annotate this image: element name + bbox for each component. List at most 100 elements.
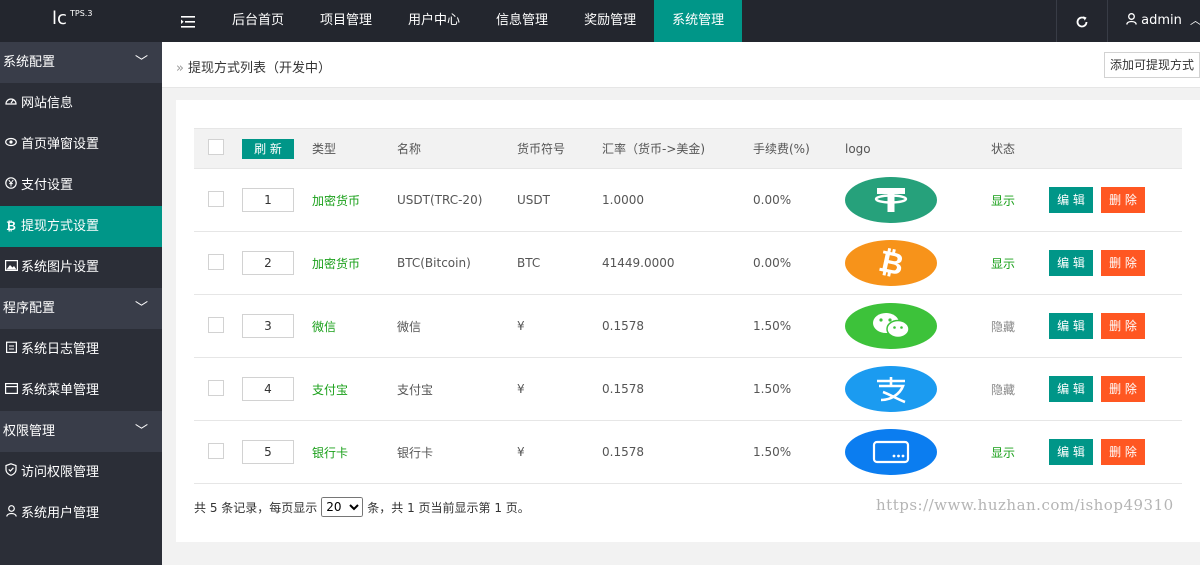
type-link[interactable]: 加密货币: [312, 257, 360, 271]
page-size-select[interactable]: 20: [321, 497, 364, 517]
sidebar-item-label: 系统日志管理: [21, 342, 100, 357]
rate-cell: 0.1578: [602, 294, 753, 358]
eye-icon: [3, 124, 19, 165]
sidebar-group-program-config[interactable]: 程序配置 ﹀: [0, 288, 162, 329]
sidebar-item-system-logs[interactable]: 系统日志管理: [0, 329, 162, 370]
table-row: 微信 微信 ¥ 0.1578 1.50% 隐藏 编 辑删 除: [194, 294, 1182, 358]
symbol-cell: ¥: [517, 294, 602, 358]
refresh-icon[interactable]: [1056, 0, 1108, 42]
fee-cell: 0.00%: [753, 231, 845, 295]
type-cell: 加密货币: [312, 168, 397, 232]
sidebar-item-access-permissions[interactable]: 访问权限管理: [0, 452, 162, 493]
sidebar-item-site-info[interactable]: 网站信息: [0, 83, 162, 124]
type-link[interactable]: 微信: [312, 320, 336, 334]
type-cell: 加密货币: [312, 231, 397, 295]
table-header-row: 刷 新 类型 名称 货币符号 汇率（货币->美金) 手续费(%) logo 状态: [194, 128, 1182, 169]
sort-order-input[interactable]: [242, 314, 294, 338]
nav-tab-info[interactable]: 信息管理: [478, 0, 566, 42]
sidebar-item-label: 首页弹窗设置: [21, 137, 100, 152]
type-link[interactable]: 加密货币: [312, 194, 360, 208]
sort-order-input[interactable]: [242, 440, 294, 464]
sidebar-item-withdrawal-settings[interactable]: ₿ 提现方式设置: [0, 206, 162, 247]
row-checkbox[interactable]: [208, 253, 224, 270]
fee-cell: 0.00%: [753, 168, 845, 232]
user-icon: [3, 493, 19, 534]
logo-text: lc: [52, 8, 67, 29]
type-link[interactable]: 支付宝: [312, 383, 348, 397]
type-cell: 银行卡: [312, 420, 397, 484]
user-menu[interactable]: admin ︿: [1108, 0, 1200, 42]
app-logo[interactable]: lc TPS.3: [0, 0, 162, 42]
sidebar-group-system-config[interactable]: 系统配置 ﹀: [0, 42, 162, 83]
delete-button[interactable]: 删 除: [1101, 439, 1145, 465]
type-cell: 支付宝: [312, 357, 397, 421]
type-link[interactable]: 银行卡: [312, 446, 348, 460]
delete-button[interactable]: 删 除: [1101, 313, 1145, 339]
logo-cell: [845, 168, 991, 232]
actions-cell: 编 辑删 除: [1049, 168, 1182, 232]
rate-cell: 0.1578: [602, 420, 753, 484]
top-bar: lc TPS.3 后台首页 项目管理 用户中心 信息管理 奖励管理 系统管理 a…: [0, 0, 1200, 42]
nav-tab-home[interactable]: 后台首页: [214, 0, 302, 42]
chevron-down-icon: ﹀: [134, 301, 148, 316]
row-checkbox[interactable]: [208, 379, 224, 396]
sidebar-item-label: 提现方式设置: [21, 219, 100, 234]
status-cell: 隐藏: [991, 357, 1049, 421]
row-checkbox[interactable]: [208, 190, 224, 207]
column-header-name: 名称: [397, 128, 517, 169]
edit-button[interactable]: 编 辑: [1049, 376, 1093, 402]
table-row: 加密货币 BTC(Bitcoin) BTC 41449.0000 0.00% ₿…: [194, 231, 1182, 295]
delete-button[interactable]: 删 除: [1101, 187, 1145, 213]
edit-button[interactable]: 编 辑: [1049, 439, 1093, 465]
delete-button[interactable]: 删 除: [1101, 376, 1145, 402]
nav-tab-system[interactable]: 系统管理: [654, 0, 743, 42]
edit-button[interactable]: 编 辑: [1049, 187, 1093, 213]
yen-icon: [3, 165, 19, 206]
sidebar-item-label: 系统菜单管理: [21, 383, 100, 398]
bitcoin-logo: ₿: [845, 240, 937, 286]
logo-cell: [845, 294, 991, 358]
sidebar-item-popup-settings[interactable]: 首页弹窗设置: [0, 124, 162, 165]
sidebar-item-image-settings[interactable]: 系统图片设置: [0, 247, 162, 288]
sidebar-item-system-users[interactable]: 系统用户管理: [0, 493, 162, 534]
edit-button[interactable]: 编 辑: [1049, 250, 1093, 276]
row-checkbox[interactable]: [208, 316, 224, 333]
sort-order-input[interactable]: [242, 251, 294, 275]
refresh-cell: 刷 新: [242, 128, 312, 169]
row-select-cell: [194, 168, 242, 232]
top-right-tools: admin ︿: [1056, 0, 1200, 42]
sidebar-item-payment-settings[interactable]: 支付设置: [0, 165, 162, 206]
bitcoin-icon: ₿: [6, 219, 16, 233]
sort-order-input[interactable]: [242, 188, 294, 212]
name-cell: BTC(Bitcoin): [397, 231, 517, 295]
sidebar-group-permissions[interactable]: 权限管理 ﹀: [0, 411, 162, 452]
sort-order-input[interactable]: [242, 377, 294, 401]
nav-tab-projects[interactable]: 项目管理: [302, 0, 390, 42]
status-cell: 显示: [991, 231, 1049, 295]
column-header-type: 类型: [312, 128, 397, 169]
fee-cell: 1.50%: [753, 357, 845, 421]
sidebar-item-label: 访问权限管理: [21, 465, 100, 480]
select-all-checkbox[interactable]: [208, 139, 224, 155]
refresh-table-button[interactable]: 刷 新: [242, 138, 294, 159]
name-cell: 银行卡: [397, 420, 517, 484]
row-select-cell: [194, 357, 242, 421]
row-checkbox[interactable]: [208, 442, 224, 459]
fee-cell: 1.50%: [753, 420, 845, 484]
delete-button[interactable]: 删 除: [1101, 250, 1145, 276]
column-header-status: 状态: [991, 128, 1049, 169]
withdrawal-methods-table: 刷 新 类型 名称 货币符号 汇率（货币->美金) 手续费(%) logo 状态…: [194, 128, 1182, 484]
edit-button[interactable]: 编 辑: [1049, 313, 1093, 339]
column-header-symbol: 货币符号: [517, 128, 602, 169]
logo-cell: [845, 420, 991, 484]
chevron-down-icon: ﹀: [134, 55, 148, 70]
menu-fold-icon[interactable]: [162, 0, 214, 42]
sidebar-item-system-menus[interactable]: 系统菜单管理: [0, 370, 162, 411]
watermark-text: https://www.huzhan.com/ishop49310: [876, 496, 1174, 514]
chevron-up-icon: ︿: [1190, 14, 1200, 27]
shield-icon: [3, 452, 19, 493]
nav-tab-users[interactable]: 用户中心: [390, 0, 478, 42]
nav-tab-rewards[interactable]: 奖励管理: [566, 0, 654, 42]
column-header-fee: 手续费(%): [753, 128, 845, 169]
add-withdrawal-method-button[interactable]: 添加可提现方式: [1104, 52, 1200, 78]
